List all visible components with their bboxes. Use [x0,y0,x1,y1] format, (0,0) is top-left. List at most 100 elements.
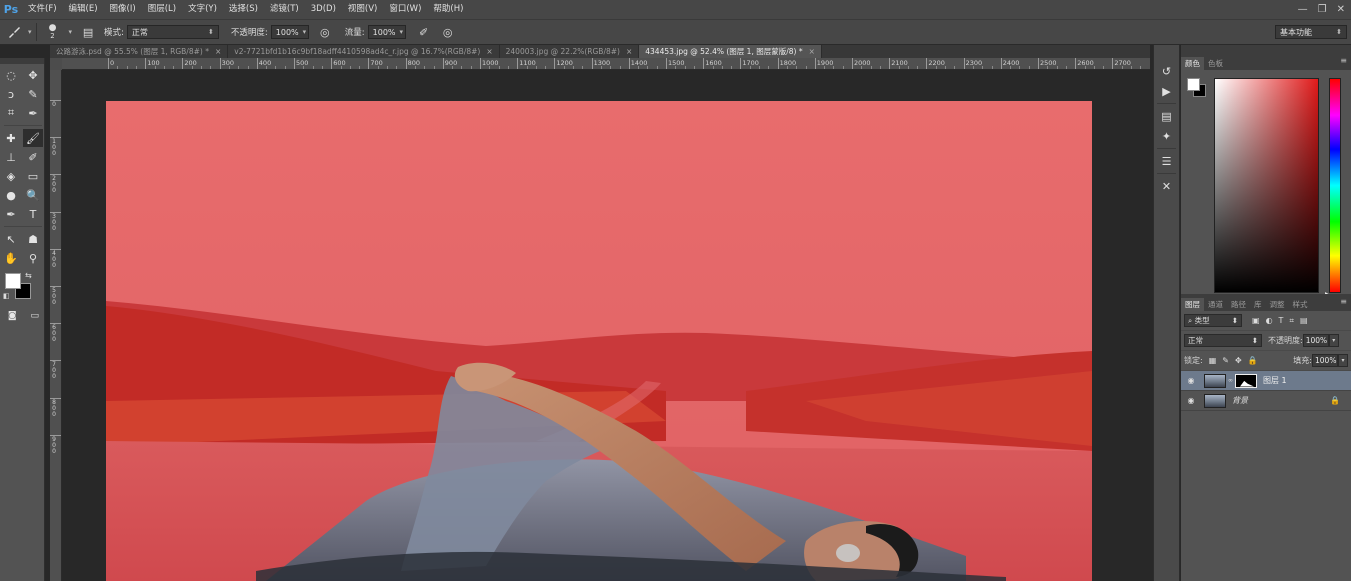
color-panel-foreground[interactable] [1187,78,1200,91]
panel-menu-icon[interactable]: ≡ [1340,297,1347,306]
document-canvas[interactable] [106,101,1092,581]
play-icon[interactable]: ▶ [1154,81,1179,101]
close-icon[interactable]: × [215,47,221,56]
menu-item-9[interactable]: 窗口(W) [383,0,427,19]
menu-item-8[interactable]: 视图(V) [342,0,383,19]
fill-caret[interactable]: ▾ [1338,354,1348,367]
minimize-button[interactable]: — [1298,4,1308,15]
close-icon[interactable]: × [626,47,632,56]
brush-icon[interactable]: 🖌 [23,129,43,147]
restore-button[interactable]: ❐ [1318,4,1327,15]
color-spectrum[interactable] [1214,78,1319,293]
layer-filter-select[interactable]: ⌕ 类型 ⬍ [1184,314,1242,327]
lock-option-icon-0[interactable]: ▦ [1209,356,1217,365]
default-colors-icon[interactable]: ◧ [3,292,10,300]
tool-preset-caret[interactable]: ▾ [28,28,32,36]
foreground-color[interactable] [5,273,21,289]
quick-select-icon[interactable]: ✎ [23,85,43,103]
tab-color[interactable]: 颜色 [1181,57,1204,70]
mode-select[interactable]: 正常 ⬍ [126,25,219,39]
brush-size-picker[interactable]: ● 2 [41,22,65,42]
blur-icon[interactable]: ● [1,186,21,204]
menu-item-1[interactable]: 编辑(E) [63,0,104,19]
tab-layers-4[interactable]: 调整 [1266,298,1289,311]
eye-icon[interactable]: ◉ [1184,396,1198,405]
tab-layers-0[interactable]: 图层 [1181,298,1204,311]
document-tab-3[interactable]: 434453.jpg @ 52.4% (图层 1, 图层蒙版/8) * × [639,45,822,58]
layer-row[interactable]: ◉ ∞ 图层 1 [1181,371,1351,391]
layer-opacity-input[interactable]: 100% [1302,334,1329,347]
canvas-area[interactable] [62,71,1150,581]
airbrush-icon[interactable]: ✐ [414,22,434,42]
marquee-icon[interactable]: ◌ [1,66,21,84]
hand-icon[interactable]: ✋ [1,249,21,267]
menu-item-2[interactable]: 图像(I) [104,0,142,19]
screen-mode-icon[interactable]: ▭ [26,307,45,325]
menu-item-4[interactable]: 文字(Y) [182,0,223,19]
menu-item-10[interactable]: 帮助(H) [427,0,469,19]
quick-mask-icon[interactable]: ◙ [3,307,22,325]
layer-filter-icon-4[interactable]: ▤ [1300,316,1308,326]
lock-option-icon-3[interactable]: 🔒 [1248,356,1258,365]
horizontal-ruler[interactable]: 0 100 200 300 400 500 600 700 800 900 1000 1100 1200… [62,58,1150,70]
lock-option-icon-1[interactable]: ✎ [1222,356,1229,365]
layer-filter-icon-0[interactable]: ▣ [1252,316,1260,326]
menu-item-5[interactable]: 选择(S) [223,0,264,19]
workspace-select[interactable]: 基本功能 ⬍ [1275,25,1347,39]
fill-input[interactable]: 100% [1312,354,1338,367]
close-button[interactable]: ✕ [1337,4,1345,15]
tab-layers-2[interactable]: 路径 [1227,298,1250,311]
document-tab-0[interactable]: 公路游泳.psd @ 55.5% (图层 1, RGB/8#) * × [50,45,229,58]
tool-preset-icon[interactable]: ✕ [1154,176,1179,196]
lock-option-icon-2[interactable]: ✥ [1235,356,1242,365]
layer-filter-icon-2[interactable]: T [1279,316,1284,326]
layer-row[interactable]: ◉ 背景 🔒 [1181,391,1351,411]
swap-colors-icon[interactable]: ⇆ [25,271,32,280]
eyedropper-icon[interactable]: ✒ [23,104,43,122]
brush-tool-icon[interactable] [4,22,24,42]
layer-filter-icon-1[interactable]: ◐ [1266,316,1273,326]
healing-icon[interactable]: ✚ [1,129,21,147]
pressure-size-icon[interactable]: ◎ [438,22,458,42]
crop-icon[interactable]: ⌗ [1,104,21,122]
flow-input[interactable]: 100% ▾ [367,25,406,39]
zoom-icon[interactable]: ⚲ [23,249,43,267]
brush-size-caret[interactable]: ▾ [69,28,73,36]
hue-slider[interactable] [1329,78,1341,293]
adjust-icon[interactable]: ☰ [1154,151,1179,171]
layer-name[interactable]: 背景 [1232,395,1248,406]
document-tab-1[interactable]: v2-7721bfd1b16c9bf18adff4410598ad4c_r.jp… [228,45,500,58]
tab-swatches[interactable]: 色板 [1204,57,1227,70]
brush-preset-icon[interactable]: ▤ [1154,106,1179,126]
eye-icon[interactable]: ◉ [1184,376,1198,385]
type-icon[interactable]: T [23,205,43,223]
menu-item-0[interactable]: 文件(F) [22,0,63,19]
lasso-icon[interactable]: ↄ [1,85,21,103]
close-icon[interactable]: × [809,47,815,56]
history-icon[interactable]: ↺ [1154,61,1179,81]
clone-source-icon[interactable]: ✦ [1154,126,1179,146]
ruler-origin[interactable] [50,58,62,70]
eraser-icon[interactable]: ◈ [1,167,21,185]
vertical-ruler[interactable]: 0 1 0 0 2 0 0 3 0 0 4 0 0 5 0 0 6 0 0 7 0 0 8 0 … [50,70,62,581]
brush-panel-icon[interactable]: ▤ [78,22,98,42]
tab-layers-5[interactable]: 样式 [1289,298,1312,311]
tab-layers-1[interactable]: 通道 [1204,298,1227,311]
shape-icon[interactable]: ☗ [23,230,43,248]
layer-filter-icon-3[interactable]: ⌗ [1289,316,1294,326]
tab-layers-3[interactable]: 库 [1250,298,1266,311]
pressure-opacity-icon[interactable]: ◎ [315,22,335,42]
history-brush-icon[interactable]: ✐ [23,148,43,166]
gradient-icon[interactable]: ▭ [23,167,43,185]
link-icon[interactable]: ∞ [1228,377,1233,384]
dodge-icon[interactable]: 🔍 [23,186,43,204]
document-tab-2[interactable]: 240003.jpg @ 22.2%(RGB/8#) × [499,45,640,58]
menu-item-6[interactable]: 滤镜(T) [264,0,305,19]
path-select-icon[interactable]: ↖ [1,230,21,248]
move-icon[interactable]: ✥ [23,66,43,84]
layer-name[interactable]: 图层 1 [1263,375,1287,386]
opacity-input[interactable]: 100% ▾ [270,25,309,39]
stamp-icon[interactable]: ⊥ [1,148,21,166]
panel-menu-icon[interactable]: ≡ [1340,56,1347,65]
pen-icon[interactable]: ✒ [1,205,21,223]
